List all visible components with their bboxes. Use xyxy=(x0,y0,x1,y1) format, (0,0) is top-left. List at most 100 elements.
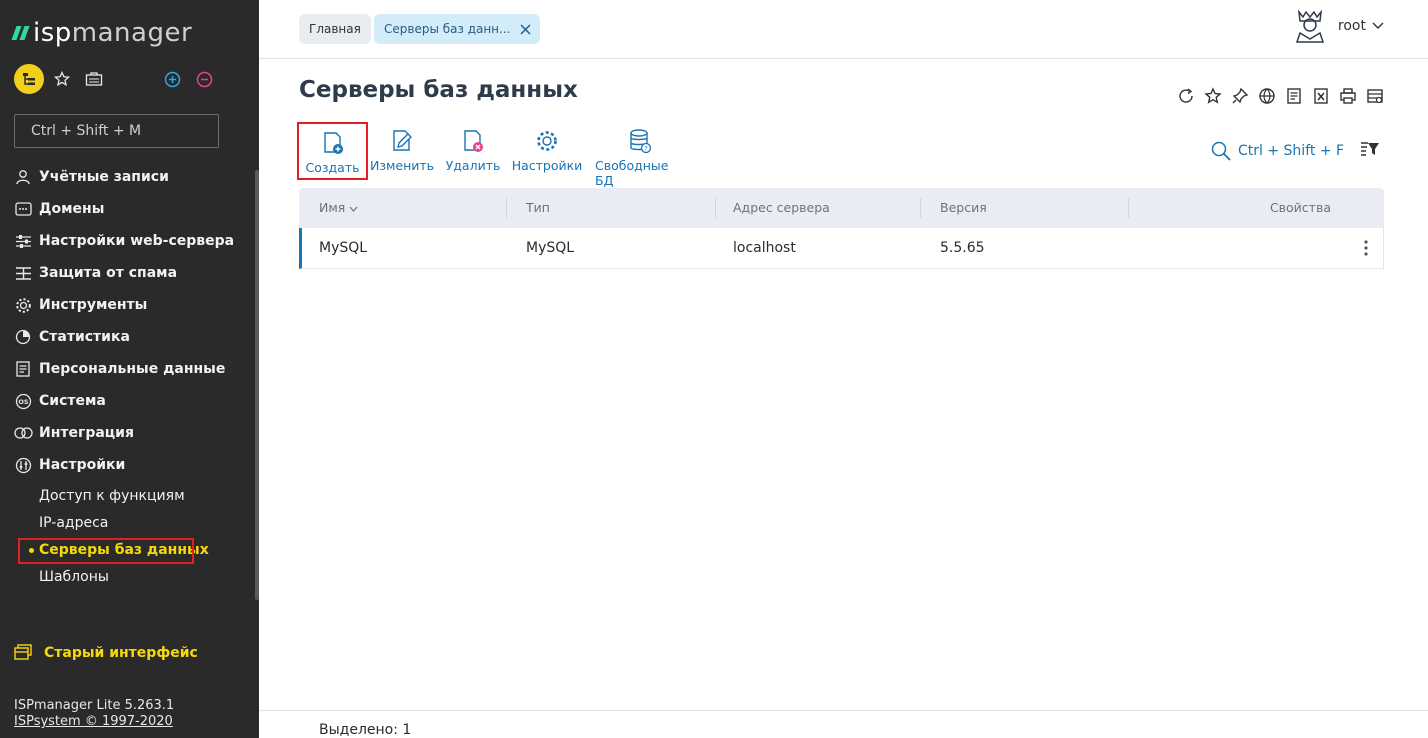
gear-icon xyxy=(13,296,33,314)
create-label: Создать xyxy=(305,160,360,175)
free-db-button[interactable]: ? Свободные БД xyxy=(595,122,685,188)
sidebar-item-label: Учётные записи xyxy=(39,169,169,185)
old-interface-label: Старый интерфейс xyxy=(44,645,198,661)
old-interface-link[interactable]: Старый интерфейс xyxy=(14,644,198,662)
briefcase-icon[interactable] xyxy=(84,69,104,89)
sidebar-item-tools[interactable]: Инструменты xyxy=(0,289,255,321)
gear-icon xyxy=(534,128,560,154)
filter-icon[interactable] xyxy=(1360,141,1380,159)
sliders-icon xyxy=(13,232,33,250)
sidebar-item-domains[interactable]: Домены xyxy=(0,193,255,225)
os-icon: OS xyxy=(13,392,33,410)
row-menu-kebab-icon[interactable] xyxy=(1363,228,1369,268)
active-highlight-frame xyxy=(18,538,194,564)
submenu-item-ip-addresses[interactable]: IP-адреса xyxy=(0,510,255,537)
old-interface-icon xyxy=(14,644,32,662)
version-line: ISPmanager Lite 5.263.1 xyxy=(14,698,175,713)
svg-text:OS: OS xyxy=(18,398,29,406)
settings-button[interactable]: Настройки xyxy=(512,122,582,180)
sidebar-item-label: Настройки xyxy=(39,457,126,473)
avatar xyxy=(1292,8,1328,44)
delete-label: Удалить xyxy=(445,158,501,173)
edit-button[interactable]: Изменить xyxy=(369,122,435,180)
submenu-item-templates[interactable]: Шаблоны xyxy=(0,564,255,591)
tab-home[interactable]: Главная xyxy=(299,14,371,44)
cell-name: MySQL xyxy=(319,240,368,256)
database-icon: ? xyxy=(627,128,653,154)
db-servers-table: Имя Тип Адрес сервера Версия Свойства My… xyxy=(299,188,1384,269)
free-db-label: Свободные БД xyxy=(595,158,669,188)
sort-chevron-icon xyxy=(349,206,358,212)
sidebar-item-settings[interactable]: Настройки xyxy=(0,449,255,481)
sidebar-item-label: Система xyxy=(39,393,106,409)
cell-version: 5.5.65 xyxy=(940,240,985,256)
sidebar-item-label: Инструменты xyxy=(39,297,148,313)
table-search-button[interactable]: Ctrl + Shift + F xyxy=(1210,140,1344,162)
cell-address: localhost xyxy=(733,240,796,256)
chevron-down-icon xyxy=(1372,18,1384,34)
search-shortcut-label: Ctrl + Shift + F xyxy=(1238,143,1345,159)
column-header-version[interactable]: Версия xyxy=(940,188,987,228)
table-row[interactable]: MySQL MySQL localhost 5.5.65 xyxy=(299,228,1384,269)
username: root xyxy=(1337,18,1366,34)
logo[interactable]: ispmanager xyxy=(11,18,193,48)
top-bar: Главная Серверы баз данн... root xyxy=(259,0,1428,59)
sidebar-item-statistics[interactable]: Статистика xyxy=(0,321,255,353)
column-header-type[interactable]: Тип xyxy=(526,188,550,228)
submenu-item-db-servers[interactable]: Серверы баз данных xyxy=(0,537,255,564)
print-icon[interactable] xyxy=(1338,86,1358,106)
settings-icon xyxy=(13,456,33,474)
menu-search-input[interactable]: Ctrl + Shift + M xyxy=(14,114,219,148)
sidebar: ispmanager Ctrl + Shift + M Учётные запи… xyxy=(0,0,259,738)
tab-db-servers[interactable]: Серверы баз данн... xyxy=(374,14,541,46)
delete-button[interactable]: Удалить xyxy=(445,122,501,180)
table-settings-icon[interactable] xyxy=(1365,86,1385,106)
user-menu[interactable]: root xyxy=(1292,8,1384,44)
column-header-address[interactable]: Адрес сервера xyxy=(733,188,830,228)
close-icon[interactable] xyxy=(520,14,532,46)
sidebar-item-accounts[interactable]: Учётные записи xyxy=(0,161,255,193)
sidebar-scrollbar[interactable] xyxy=(255,170,259,600)
sidebar-item-label: Статистика xyxy=(39,329,130,345)
search-icon xyxy=(1210,140,1232,162)
document-icon[interactable] xyxy=(1284,86,1304,106)
create-button[interactable]: Создать xyxy=(297,122,368,180)
column-header-name[interactable]: Имя xyxy=(319,188,358,228)
column-separator[interactable] xyxy=(920,198,921,218)
sidebar-item-label: Домены xyxy=(39,201,105,217)
spam-filter-icon xyxy=(13,264,33,282)
sidebar-item-label: Персональные данные xyxy=(39,361,226,377)
edit-label: Изменить xyxy=(369,158,435,173)
table-header: Имя Тип Адрес сервера Версия Свойства xyxy=(299,188,1384,228)
logo-mark-icon xyxy=(11,26,30,40)
domain-icon xyxy=(13,200,33,218)
create-doc-icon xyxy=(320,130,346,156)
excel-export-icon[interactable] xyxy=(1311,86,1331,106)
expand-all-plus-icon[interactable] xyxy=(163,70,181,88)
favorites-star-icon[interactable] xyxy=(52,69,72,89)
column-separator[interactable] xyxy=(506,198,507,218)
sidebar-item-spam-protection[interactable]: Защита от спама xyxy=(0,257,255,289)
logo-text: ispmanager xyxy=(33,18,193,48)
column-separator[interactable] xyxy=(1128,198,1129,218)
refresh-icon[interactable] xyxy=(1176,86,1196,106)
submenu-item-function-access[interactable]: Доступ к функциям xyxy=(0,483,255,510)
cell-type: MySQL xyxy=(526,240,575,256)
svg-text:?: ? xyxy=(644,145,647,153)
menu-tree-button[interactable] xyxy=(14,64,44,94)
selected-count: Выделено: 1 xyxy=(319,722,412,738)
globe-icon[interactable] xyxy=(1257,86,1277,106)
copyright-link[interactable]: ISPsystem © 1997-2020 xyxy=(14,714,174,730)
sidebar-item-integration[interactable]: Интеграция xyxy=(0,417,255,449)
page-tools xyxy=(1176,86,1385,106)
star-icon[interactable] xyxy=(1203,86,1223,106)
pin-icon[interactable] xyxy=(1230,86,1250,106)
sidebar-item-web-server-settings[interactable]: Настройки web-сервера xyxy=(0,225,255,257)
sidebar-item-personal-data[interactable]: Персональные данные xyxy=(0,353,255,385)
sidebar-nav: Учётные записи Домены Настройки web-серв… xyxy=(0,161,255,481)
column-separator[interactable] xyxy=(715,198,716,218)
collapse-all-minus-icon[interactable] xyxy=(195,70,213,88)
column-header-properties[interactable]: Свойства xyxy=(1270,188,1331,228)
sidebar-item-system[interactable]: OS Система xyxy=(0,385,255,417)
edit-pencil-icon xyxy=(389,128,415,154)
